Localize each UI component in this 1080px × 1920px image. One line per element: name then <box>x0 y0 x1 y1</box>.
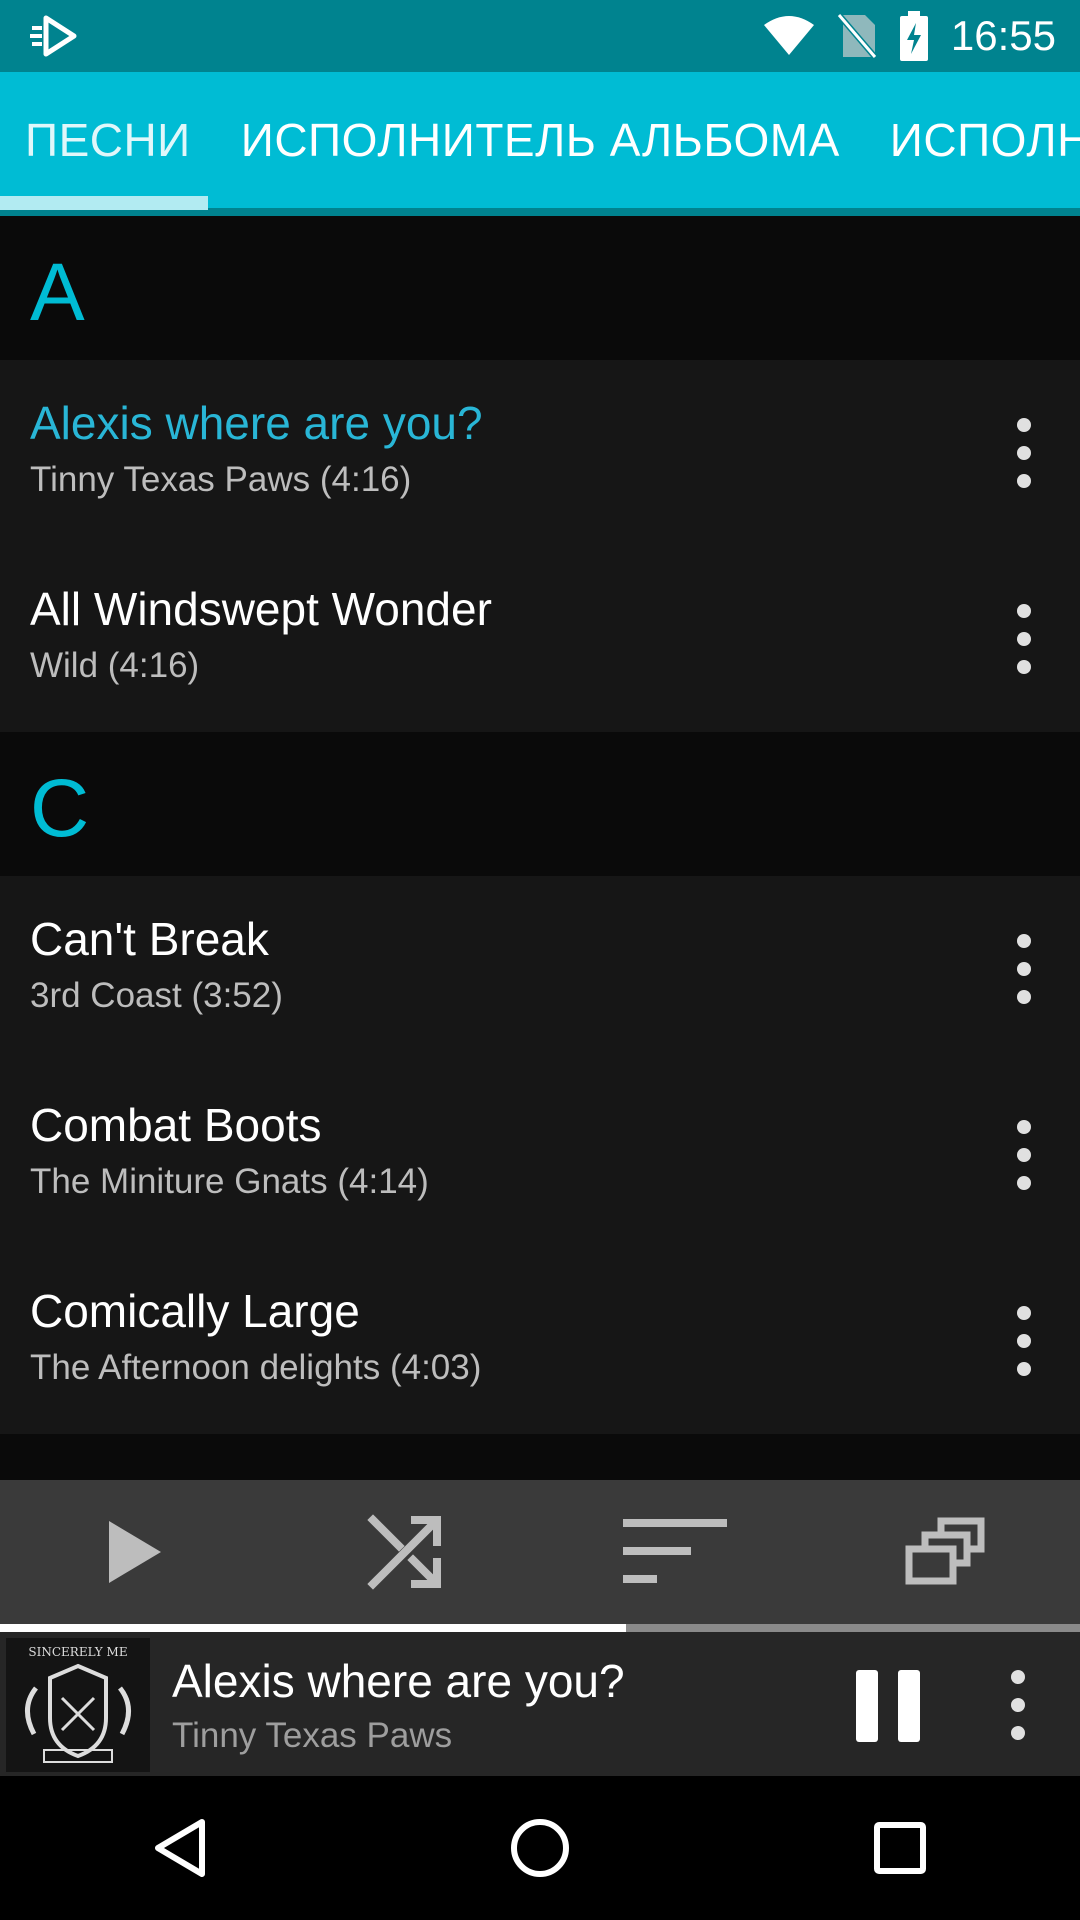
playback-toolbar <box>0 1480 1080 1624</box>
song-title: Alexis where are you? <box>30 397 483 449</box>
now-playing-title: Alexis where are you? <box>172 1655 625 1707</box>
tab-album-artist[interactable]: ИСПОЛНИТЕЛЬ АЛЬБОМА <box>216 72 865 208</box>
recents-button[interactable] <box>840 1788 960 1908</box>
song-subtitle: Wild (4:16) <box>30 646 200 685</box>
play-icon <box>109 1521 161 1583</box>
song-title: Comically Large <box>30 1285 360 1337</box>
section-header: C <box>0 732 1080 876</box>
song-subtitle: The Miniture Gnats (4:14) <box>30 1162 429 1201</box>
section-letter: C <box>30 763 90 854</box>
album-art-text: SINCERELY ME <box>28 1645 127 1659</box>
more-options-icon[interactable] <box>1006 1670 1030 1740</box>
song-title: Combat Boots <box>30 1099 322 1151</box>
now-playing-bar[interactable]: SINCERELY ME Alexis where are you? Tinny… <box>0 1632 1080 1776</box>
more-options-icon[interactable] <box>1012 604 1036 674</box>
section-header: A <box>0 216 1080 360</box>
album-art-image: SINCERELY ME <box>6 1638 150 1772</box>
shuffle-button[interactable] <box>270 1480 540 1624</box>
status-bar: 16:55 <box>0 0 1080 72</box>
song-subtitle: Tinny Texas Paws (4:16) <box>30 460 412 499</box>
song-row[interactable]: All Windswept Wonder Wild (4:16) <box>0 546 1080 732</box>
album-art[interactable]: SINCERELY ME <box>6 1638 150 1772</box>
song-title: Can't Break <box>30 913 269 965</box>
status-clock: 16:55 <box>950 12 1056 59</box>
tab-songs[interactable]: ПЕСНИ <box>0 72 216 208</box>
more-options-icon[interactable] <box>1012 1306 1036 1376</box>
song-row[interactable]: Can't Break 3rd Coast (3:52) <box>0 876 1080 1062</box>
playback-progress-fill <box>0 1624 627 1632</box>
song-subtitle: 3rd Coast (3:52) <box>30 976 283 1015</box>
song-row[interactable]: Comically Large The Afternoon delights (… <box>0 1248 1080 1434</box>
now-playing-artist: Tinny Texas Paws <box>172 1716 453 1755</box>
back-icon <box>155 1819 205 1877</box>
section-letter: D <box>30 1464 89 1480</box>
wifi-icon <box>763 16 814 55</box>
no-sim-icon <box>836 13 877 59</box>
battery-charging-icon <box>899 11 928 61</box>
song-title: All Windswept Wonder <box>30 583 492 635</box>
queue-button[interactable] <box>810 1480 1080 1624</box>
pause-button[interactable] <box>856 1670 920 1742</box>
section-header: D <box>0 1434 1080 1480</box>
song-row[interactable]: Alexis where are you? Tinny Texas Paws (… <box>0 360 1080 546</box>
recents-icon <box>874 1822 926 1874</box>
more-options-icon[interactable] <box>1012 1120 1036 1190</box>
more-options-icon[interactable] <box>1012 418 1036 488</box>
song-row[interactable]: Combat Boots The Miniture Gnats (4:14) <box>0 1062 1080 1248</box>
playback-progress-bar[interactable] <box>0 1624 1080 1632</box>
tab-artist[interactable]: ИСПОЛНИ <box>865 72 1080 208</box>
home-button[interactable] <box>480 1788 600 1908</box>
section-letter: A <box>30 247 85 338</box>
back-button[interactable] <box>120 1788 240 1908</box>
shuffle-icon <box>367 1514 441 1590</box>
system-nav-bar <box>0 1776 1080 1920</box>
play-all-button[interactable] <box>0 1480 270 1624</box>
pause-icon <box>856 1670 878 1742</box>
more-options-icon[interactable] <box>1012 934 1036 1004</box>
song-list[interactable]: A Alexis where are you? Tinny Texas Paws… <box>0 216 1080 1480</box>
tab-bar: ПЕСНИ ИСПОЛНИТЕЛЬ АЛЬБОМА ИСПОЛНИ <box>0 72 1080 216</box>
app-logo-icon <box>30 15 77 57</box>
sort-icon <box>623 1519 727 1583</box>
sort-button[interactable] <box>540 1480 810 1624</box>
song-subtitle: The Afternoon delights (4:03) <box>30 1348 482 1387</box>
tab-active-indicator <box>0 196 208 210</box>
queue-icon <box>905 1517 985 1585</box>
home-icon <box>511 1819 569 1877</box>
